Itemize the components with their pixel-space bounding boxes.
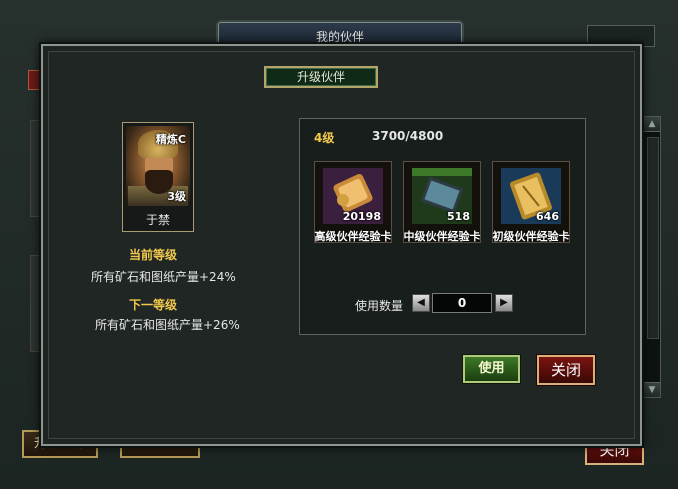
exp-item-high[interactable]: 20198 高级伙伴经验卡 bbox=[314, 161, 392, 243]
exp-panel: 4级 3700/4800 20198 高级伙伴经验卡 518 中级伙伴经验卡 6… bbox=[299, 118, 586, 335]
next-level-label: 下一等级 bbox=[129, 298, 178, 312]
item-count: 20198 bbox=[342, 210, 381, 223]
quantity-label: 使用数量 bbox=[355, 299, 404, 313]
scrollbar[interactable]: ▲ ▼ bbox=[643, 116, 661, 398]
exp-item-mid[interactable]: 518 中级伙伴经验卡 bbox=[403, 161, 481, 243]
current-effect-text: 所有矿石和图纸产量+24% bbox=[91, 270, 236, 284]
decrease-arrow-icon[interactable]: ◀ bbox=[412, 294, 430, 312]
exp-item-low[interactable]: 646 初级伙伴经验卡 bbox=[492, 161, 570, 243]
partner-portrait[interactable]: 精炼C 3级 于禁 bbox=[122, 122, 194, 232]
next-effect-text: 所有矿石和图纸产量+26% bbox=[95, 318, 240, 332]
level-badge: 3级 bbox=[167, 190, 186, 203]
item-name: 高级伙伴经验卡 bbox=[314, 230, 392, 243]
target-level: 4级 bbox=[314, 131, 335, 145]
exp-progress: 3700/4800 bbox=[372, 129, 444, 143]
increase-arrow-icon[interactable]: ▶ bbox=[495, 294, 513, 312]
scrollbar-thumb[interactable] bbox=[647, 137, 659, 339]
partner-name: 于禁 bbox=[145, 213, 170, 227]
close-button[interactable]: 关闭 bbox=[537, 355, 595, 385]
use-button[interactable]: 使用 bbox=[463, 355, 520, 383]
item-count: 518 bbox=[447, 210, 470, 223]
rank-badge: 精炼C bbox=[155, 133, 186, 146]
scroll-down-icon[interactable]: ▼ bbox=[644, 382, 660, 397]
window-title: 我的伙伴 bbox=[315, 30, 364, 44]
dialog-title: 升级伙伴 bbox=[264, 66, 378, 88]
scroll-up-icon[interactable]: ▲ bbox=[644, 117, 660, 132]
item-count: 646 bbox=[536, 210, 559, 223]
item-name: 中级伙伴经验卡 bbox=[403, 230, 481, 243]
current-level-label: 当前等级 bbox=[129, 248, 178, 262]
partner-avatar: 精炼C 3级 bbox=[126, 126, 190, 206]
quantity-input[interactable]: 0 bbox=[432, 293, 492, 313]
item-name: 初级伙伴经验卡 bbox=[492, 230, 570, 243]
upgrade-partner-dialog: 升级伙伴 精炼C 3级 于禁 当前等级 所有矿石和图纸产量+24% 下一等级 所… bbox=[41, 44, 642, 446]
